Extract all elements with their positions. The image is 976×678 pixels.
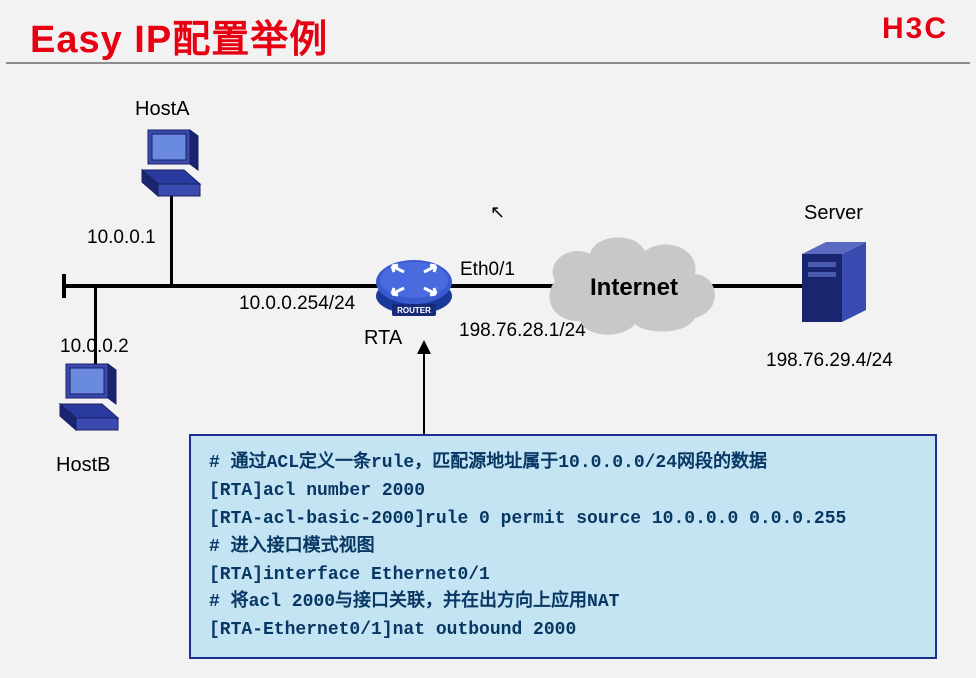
config-line: # 将acl 2000与接口关联，并在出方向上应用NAT (209, 592, 619, 612)
config-line: # 进入接口模式视图 (209, 537, 375, 557)
config-line: [RTA]acl number 2000 (209, 481, 425, 501)
hosta-label: HostA (135, 98, 189, 121)
config-line: [RTA-acl-basic-2000]rule 0 permit source… (209, 509, 846, 529)
hostb-label: HostB (56, 454, 110, 477)
computer-icon (130, 126, 208, 198)
hostb-ip-label: 10.0.0.2 (60, 336, 129, 358)
page-title: Easy IP配置举例 (30, 8, 328, 63)
config-code-box: # 通过ACL定义一条rule，匹配源地址属于10.0.0.0/24网段的数据 … (189, 434, 937, 659)
hosta-drop (170, 192, 173, 286)
router-icon: ROUTER (374, 252, 454, 322)
callout-arrow (423, 352, 425, 434)
cursor-icon: ↖ (490, 202, 505, 223)
hosta-ip-label: 10.0.0.1 (87, 227, 156, 249)
svg-text:ROUTER: ROUTER (397, 306, 431, 315)
bus-end-left (62, 274, 66, 298)
eth-label: Eth0/1 (460, 259, 515, 281)
server-icon (792, 234, 872, 334)
config-line: [RTA-Ethernet0/1]nat outbound 2000 (209, 620, 576, 640)
internet-label: Internet (590, 274, 678, 302)
config-line: # 通过ACL定义一条rule，匹配源地址属于10.0.0.0/24网段的数据 (209, 453, 767, 473)
router-label: RTA (364, 327, 402, 350)
lan-gateway-label: 10.0.0.254/24 (239, 293, 355, 315)
brand-logo: H3C (882, 12, 948, 46)
diagram-canvas: HostA 10.0.0.1 HostB 10.0.0.2 10.0.0.254… (0, 62, 976, 678)
config-line: [RTA]interface Ethernet0/1 (209, 565, 490, 585)
server-label: Server (804, 202, 863, 225)
server-ip-label: 198.76.29.4/24 (766, 350, 893, 372)
callout-arrow-head (417, 340, 431, 354)
computer-icon (48, 360, 126, 432)
